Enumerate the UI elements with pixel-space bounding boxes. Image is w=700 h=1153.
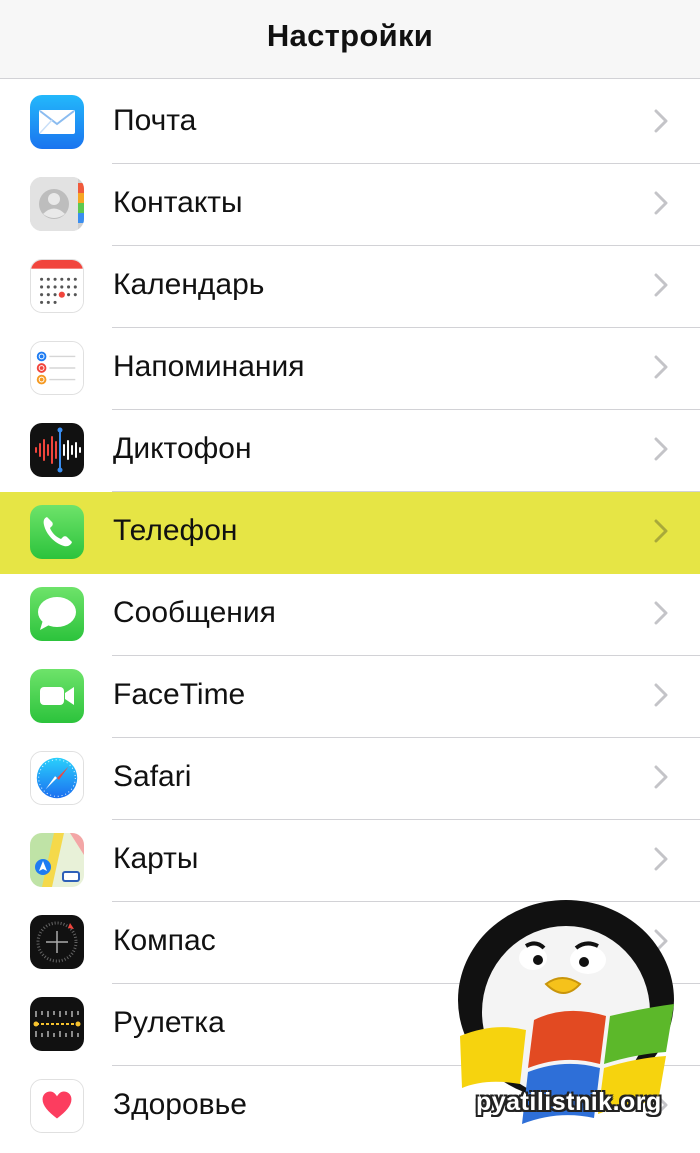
chevron-right-icon (654, 519, 668, 543)
maps-icon (30, 833, 84, 887)
settings-item-label: Диктофон (113, 432, 252, 465)
settings-item-label: Телефон (113, 514, 238, 547)
messages-icon (30, 587, 84, 641)
chevron-right-icon (654, 601, 668, 625)
settings-item-messages[interactable]: Сообщения (0, 574, 700, 656)
settings-item-label: Здоровье (113, 1088, 247, 1121)
settings-item-label: Календарь (113, 268, 265, 301)
settings-item-label: Safari (113, 760, 192, 793)
settings-item-mail[interactable]: Почта (0, 82, 700, 164)
health-icon (30, 1079, 84, 1133)
settings-item-label: FaceTime (113, 678, 246, 711)
settings-item-calendar[interactable]: Календарь (0, 246, 700, 328)
settings-item-label: Почта (113, 104, 197, 137)
compass-icon (30, 915, 84, 969)
navigation-bar: Настройки (0, 0, 700, 79)
voice-memos-icon (30, 423, 84, 477)
settings-item-facetime[interactable]: FaceTime (0, 656, 700, 738)
mail-icon (30, 95, 84, 149)
settings-item-label: Сообщения (113, 596, 276, 629)
settings-item-label: Напоминания (113, 350, 305, 383)
safari-icon (30, 751, 84, 805)
watermark-text: pyatilistnik.org (476, 1088, 662, 1116)
chevron-right-icon (654, 437, 668, 461)
settings-item-label: Компас (113, 924, 216, 957)
chevron-right-icon (654, 765, 668, 789)
contacts-icon (30, 177, 84, 231)
chevron-right-icon (654, 109, 668, 133)
reminders-icon (30, 341, 84, 395)
settings-item-safari[interactable]: Safari (0, 738, 700, 820)
settings-item-contacts[interactable]: Контакты (0, 164, 700, 246)
settings-item-label: Рулетка (113, 1006, 225, 1039)
chevron-right-icon (654, 191, 668, 215)
chevron-right-icon (654, 683, 668, 707)
measure-icon (30, 997, 84, 1051)
chevron-right-icon (654, 847, 668, 871)
chevron-right-icon (654, 273, 668, 297)
settings-item-phone[interactable]: Телефон (0, 492, 700, 574)
watermark-logo: pyatilistnik.org (438, 888, 700, 1148)
page-title: Настройки (266, 18, 434, 53)
calendar-icon (30, 259, 84, 313)
facetime-icon (30, 669, 84, 723)
phone-icon (30, 505, 84, 559)
settings-item-reminders[interactable]: Напоминания (0, 328, 700, 410)
settings-item-voice-memos[interactable]: Диктофон (0, 410, 700, 492)
settings-item-label: Карты (113, 842, 199, 875)
chevron-right-icon (654, 355, 668, 379)
settings-item-label: Контакты (113, 186, 243, 219)
